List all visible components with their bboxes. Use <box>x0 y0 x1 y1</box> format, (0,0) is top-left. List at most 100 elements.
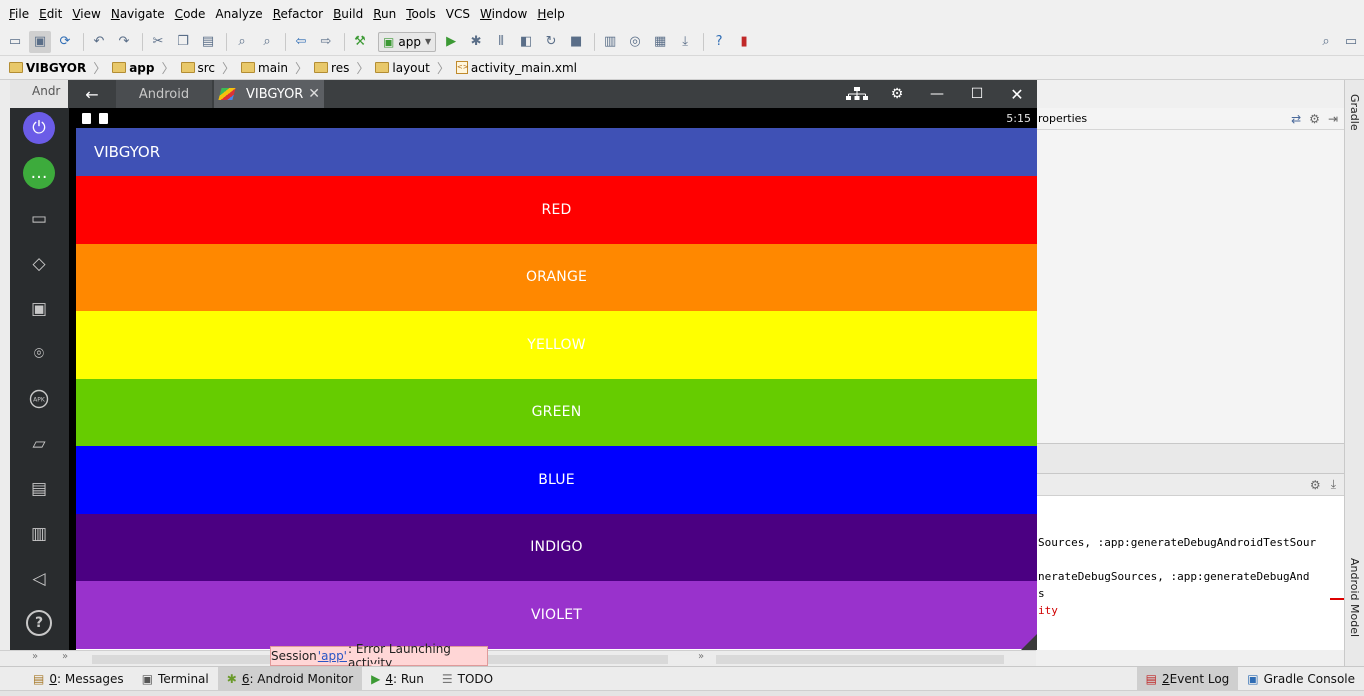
menu-item-help[interactable]: Help <box>532 7 569 21</box>
tool-button-run[interactable]: ▶ 4: Run <box>362 667 433 691</box>
breadcrumb-item[interactable]: res 〉 <box>311 58 372 78</box>
color-item-red[interactable]: RED <box>76 176 1037 244</box>
make-project-icon[interactable]: ⚒ <box>349 31 371 53</box>
error-marker <box>1330 598 1344 600</box>
color-item-blue[interactable]: BLUE <box>76 446 1037 514</box>
redo-icon[interactable]: ↷ <box>113 31 135 53</box>
tool-button-label: Gradle Console <box>1263 671 1355 686</box>
search-everywhere-icon[interactable]: ⌕ <box>1315 31 1337 53</box>
tab-android[interactable]: Android <box>116 80 212 108</box>
rotate-left-icon[interactable]: ▭ <box>23 203 55 235</box>
copy-icon[interactable]: ❐ <box>172 31 194 53</box>
tool-button-event-log[interactable]: ▤ 2Event Log <box>1136 666 1239 691</box>
expand-chevron-icon[interactable]: » <box>62 651 68 662</box>
run-configuration-select[interactable]: ▣ app ▼ <box>378 31 437 52</box>
menu-item-file[interactable]: File <box>4 7 34 21</box>
debug-icon[interactable]: ✱ <box>465 31 487 53</box>
menu-item-vcs[interactable]: VCS <box>441 7 475 21</box>
tool-button-label: : Messages <box>56 671 124 686</box>
chat-icon[interactable]: … <box>23 157 55 189</box>
attach-debugger-icon[interactable]: ↻ <box>540 31 562 53</box>
toast-app-link[interactable]: 'app' <box>318 649 347 663</box>
find-icon[interactable]: ⌕ <box>231 31 253 53</box>
tool-button-terminal[interactable]: ▣ Terminal <box>133 667 218 691</box>
coverage-icon[interactable]: ⦀ <box>490 31 512 53</box>
expand-chevron-icon[interactable]: » <box>32 651 38 662</box>
menu-item-refactor[interactable]: Refactor <box>268 7 328 21</box>
menu-item-window[interactable]: Window <box>475 7 532 21</box>
back-arrow-icon[interactable]: ← <box>68 80 116 108</box>
android-device-monitor-icon[interactable]: ▮ <box>733 31 755 53</box>
sync-gradle-icon[interactable]: ◎ <box>624 31 646 53</box>
screenshot-icon[interactable]: ▣ <box>23 293 55 325</box>
sync-icon[interactable]: ⟳ <box>54 31 76 53</box>
settings-gear-icon[interactable]: ⚙ <box>877 80 917 108</box>
breadcrumb-item[interactable]: app 〉 <box>109 58 177 78</box>
help-icon[interactable]: ? <box>26 610 52 636</box>
menu-item-edit[interactable]: Edit <box>34 7 67 21</box>
swap-icon[interactable]: ⇄ <box>1291 112 1301 126</box>
save-all-icon[interactable]: ▣ <box>29 30 51 53</box>
gradle-tool-button[interactable]: Gradle <box>1348 94 1361 131</box>
horizontal-scrollbar[interactable] <box>716 655 1004 664</box>
menu-item-tools[interactable]: Tools <box>401 7 441 21</box>
color-item-yellow[interactable]: YELLOW <box>76 311 1037 379</box>
tool-button-messages[interactable]: ▤ 0: Messages <box>24 667 133 691</box>
menu-item-run[interactable]: Run <box>368 7 401 21</box>
open-folder-icon[interactable]: ▭ <box>4 31 26 53</box>
power-icon[interactable]: ⏻ <box>23 112 55 144</box>
menu-item-code[interactable]: Code <box>170 7 211 21</box>
volume-icon[interactable]: ◁ <box>23 563 55 595</box>
expand-chevron-icon[interactable]: » <box>698 651 704 662</box>
breadcrumb-item[interactable]: VIBGYOR 〉 <box>6 58 109 78</box>
replace-icon[interactable]: ⌕ <box>256 31 278 53</box>
tool-button-android-monitor[interactable]: ✱ 6: Android Monitor <box>217 666 363 691</box>
project-structure-icon[interactable]: ▦ <box>649 31 671 53</box>
menu-item-build[interactable]: Build <box>328 7 368 21</box>
close-window-icon[interactable]: ✕ <box>997 80 1037 108</box>
run-icon[interactable]: ▶ <box>440 31 462 53</box>
folder-icon[interactable]: ▱ <box>23 428 55 460</box>
tool-button-gradle-console[interactable]: ▣ Gradle Console <box>1238 667 1364 691</box>
color-item-green[interactable]: GREEN <box>76 378 1037 446</box>
color-item-indigo[interactable]: INDIGO <box>76 513 1037 581</box>
tab-vibgyor[interactable]: VIBGYOR ✕ <box>214 80 324 108</box>
stop-icon[interactable]: ■ <box>565 31 587 53</box>
sdk-manager-icon[interactable]: ⤓ <box>674 31 696 53</box>
editor-tab-behind[interactable]: Andr <box>10 80 76 110</box>
gear-icon[interactable]: ⚙ <box>1310 478 1321 492</box>
pin-icon[interactable]: ⇥ <box>1328 112 1338 126</box>
maximize-icon[interactable]: ☐ <box>957 80 997 108</box>
forward-icon[interactable]: ⇨ <box>315 31 337 53</box>
color-item-violet[interactable]: VIOLET <box>76 581 1037 649</box>
menu-item-analyze[interactable]: Analyze <box>210 7 267 21</box>
resize-handle[interactable] <box>1021 634 1037 650</box>
color-item-orange[interactable]: ORANGE <box>76 243 1037 311</box>
undo-icon[interactable]: ↶ <box>88 31 110 53</box>
profile-icon[interactable]: ◧ <box>515 31 537 53</box>
back-icon[interactable]: ⇦ <box>290 31 312 53</box>
paste-icon[interactable]: ▤ <box>197 31 219 53</box>
breadcrumb-item[interactable]: layout 〉 <box>372 58 452 78</box>
close-tab-icon[interactable]: ✕ <box>308 86 320 102</box>
breadcrumb-item[interactable]: src 〉 <box>178 58 239 78</box>
collapse-panel-icon[interactable]: ▭ <box>1340 31 1362 53</box>
hide-panel-icon[interactable]: ⤓ <box>1331 477 1336 492</box>
apk-icon[interactable]: APK <box>23 383 55 415</box>
menu-item-view[interactable]: View <box>67 7 105 21</box>
tool-button-todo[interactable]: ☰ TODO <box>433 667 502 691</box>
clipboard-copy-icon[interactable]: ▥ <box>23 518 55 550</box>
gear-icon[interactable]: ⚙ <box>1309 112 1320 126</box>
cut-icon[interactable]: ✂ <box>147 31 169 53</box>
avd-manager-icon[interactable]: ▥ <box>599 31 621 53</box>
rotate-right-icon[interactable]: ◇ <box>23 248 55 280</box>
extended-controls-icon[interactable] <box>837 80 877 108</box>
menu-item-navigate[interactable]: Navigate <box>106 7 170 21</box>
breadcrumb-item[interactable]: <> activity_main.xml <box>453 58 580 78</box>
breadcrumb-item[interactable]: main 〉 <box>238 58 311 78</box>
clipboard-icon[interactable]: ▤ <box>23 473 55 505</box>
help-icon[interactable]: ? <box>708 31 730 53</box>
android-model-tool-button[interactable]: Android Model <box>1348 558 1361 637</box>
location-icon[interactable]: ⌾ <box>23 338 55 370</box>
minimize-icon[interactable]: — <box>917 80 957 108</box>
